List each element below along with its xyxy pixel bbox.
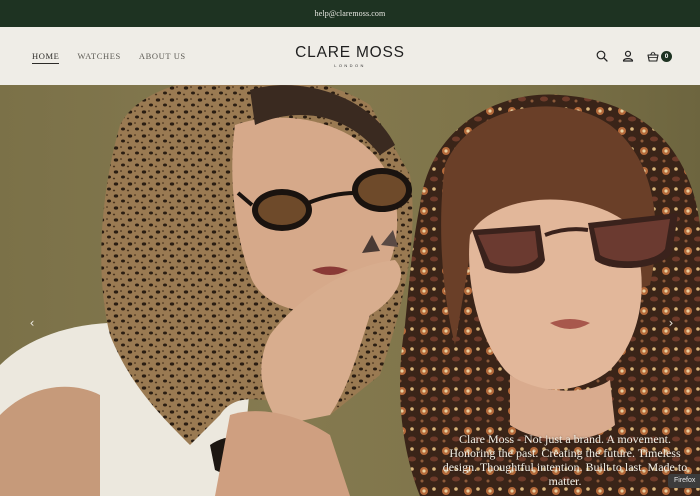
brand-location: LONDON: [334, 63, 366, 68]
search-button[interactable]: [595, 49, 609, 63]
site-header: HOME WATCHES ABOUT US CLARE MOSS LONDON: [0, 27, 700, 85]
announcement-bar: help@claremoss.com: [0, 0, 700, 27]
browser-tab-label[interactable]: Firefox: [668, 474, 700, 488]
cart-button[interactable]: 0: [647, 50, 672, 62]
cart-count-badge: 0: [661, 50, 672, 62]
account-icon: [622, 50, 634, 62]
basket-icon: [647, 51, 659, 62]
slideshow-prev-button[interactable]: ‹: [24, 315, 40, 331]
slideshow-next-button[interactable]: ›: [663, 315, 679, 331]
hero-caption: Clare Moss - Not just a brand. A movemen…: [442, 432, 688, 488]
header-actions: 0: [595, 49, 672, 63]
support-email-link[interactable]: help@claremoss.com: [315, 9, 386, 18]
account-button[interactable]: [621, 49, 635, 63]
search-icon: [596, 50, 608, 62]
